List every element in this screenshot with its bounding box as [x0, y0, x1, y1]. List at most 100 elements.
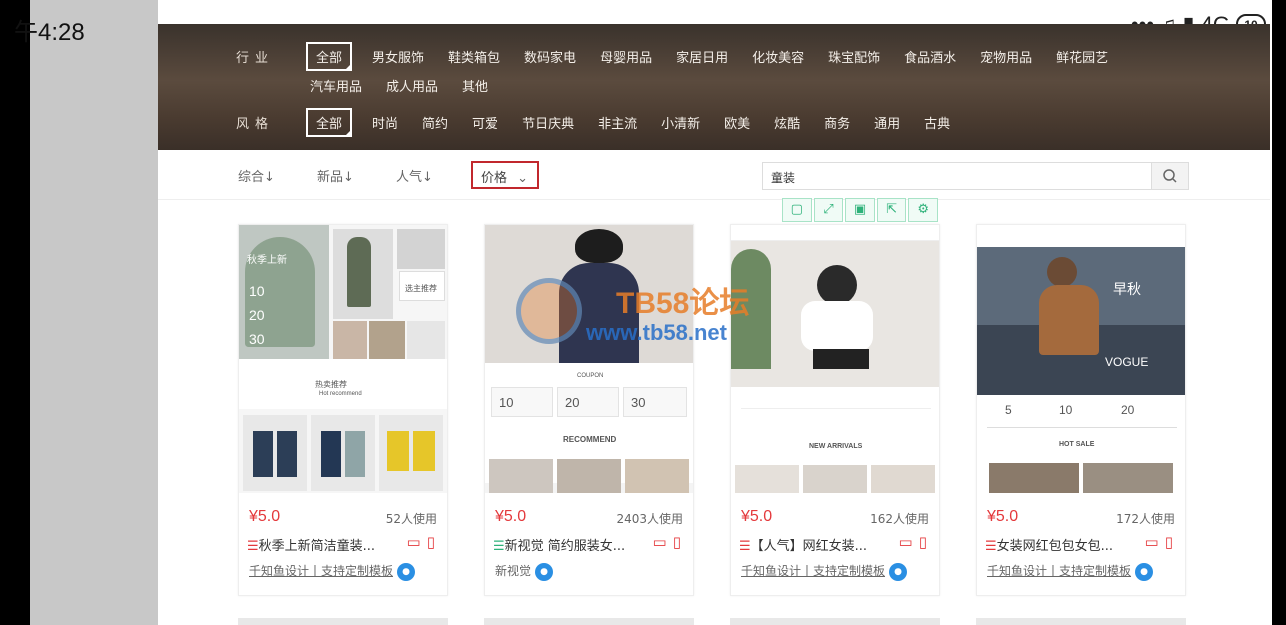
export-icon[interactable]: ⇱	[876, 198, 907, 222]
sort-bar: 综合↓ 新品↓ 人气↓ 价格 ⌄ 童装	[158, 150, 1270, 200]
mobile-icon: ▯	[672, 533, 681, 551]
main-content: 行业 全部 男女服饰 鞋类箱包 数码家电 母婴用品 家居日用 化妆美容 珠宝配饰…	[158, 24, 1270, 625]
list-icon: ☰	[739, 539, 751, 554]
industry-chip[interactable]: 食品酒水	[904, 47, 956, 66]
list-icon: ☰	[985, 539, 997, 554]
template-author[interactable]: 千知鱼设计丨支持定制模板 ●	[249, 562, 416, 581]
style-chip[interactable]: 非主流	[598, 113, 637, 132]
screen: 午4:28 ••• ♫ ▮ 4G 10 行业 全部 男女服饰 鞋类箱包 数码家电…	[0, 0, 1286, 625]
search-input[interactable]: 童装	[762, 162, 1188, 190]
filter-panel: 行业 全部 男女服饰 鞋类箱包 数码家电 母婴用品 家居日用 化妆美容 珠宝配饰…	[158, 24, 1270, 150]
industry-chip[interactable]: 数码家电	[524, 47, 576, 66]
style-chip[interactable]: 商务	[824, 113, 850, 132]
template-toolbar: ▢ ⤢ ▣ ⇱ ⚙	[782, 198, 938, 222]
industry-chip[interactable]: 珠宝配饰	[828, 47, 880, 66]
style-chip[interactable]: 时尚	[372, 113, 398, 132]
search-button[interactable]	[1151, 162, 1189, 190]
template-usage-count: 2403人使用	[616, 512, 683, 526]
template-author[interactable]: 千知鱼设计丨支持定制模板 ●	[741, 562, 908, 581]
industry-chip[interactable]: 其他	[462, 76, 488, 95]
desktop-icon: ▭	[1144, 533, 1159, 551]
industry-chip[interactable]: 成人用品	[386, 76, 438, 95]
style-chip[interactable]: 炫酷	[774, 113, 800, 132]
style-chip[interactable]: 小清新	[661, 113, 700, 132]
square-icon[interactable]: ▢	[782, 198, 812, 222]
desktop-icon: ▭	[898, 533, 913, 551]
template-author[interactable]: 千知鱼设计丨支持定制模板 ●	[987, 562, 1154, 581]
template-title[interactable]: ☰秋季上新简洁童装...	[247, 535, 387, 554]
device-icons: ▭ ▯	[899, 533, 927, 551]
template-usage-count: 52人使用	[385, 512, 437, 526]
expand-icon[interactable]: ⤢	[813, 198, 844, 222]
left-black-bar	[0, 0, 30, 625]
template-title[interactable]: ☰新视觉 简约服装女...	[493, 535, 633, 554]
style-chip[interactable]: 欧美	[724, 113, 750, 132]
desktop-icon: ▭	[652, 533, 667, 551]
status-time: 午4:28	[14, 19, 85, 46]
designer-badge-icon: ●	[397, 562, 416, 581]
style-chip[interactable]: 古典	[924, 113, 950, 132]
style-chip-all[interactable]: 全部	[306, 108, 353, 137]
settings-icon[interactable]: ⚙	[908, 198, 938, 222]
template-card[interactable]: COUPON 10 20 30 RECOMMEND ¥5.0 2403人使用 ☰…	[484, 224, 694, 596]
chevron-down-icon: ⌄	[517, 171, 529, 186]
list-icon: ☰	[493, 539, 505, 554]
template-thumbnail[interactable]: NEW ARRIVALS	[731, 225, 939, 493]
industry-filter-row-2: 汽车用品 成人用品 其他	[310, 76, 512, 95]
designer-badge-icon: ●	[889, 562, 908, 581]
style-chip[interactable]: 可爱	[472, 113, 498, 132]
right-black-bar	[1272, 0, 1286, 625]
next-row-card	[730, 618, 940, 625]
industry-chip[interactable]: 母婴用品	[600, 47, 652, 66]
sort-new[interactable]: 新品↓	[317, 166, 354, 185]
style-label: 风格	[236, 117, 275, 132]
next-row-card	[976, 618, 1186, 625]
industry-chip[interactable]: 化妆美容	[752, 47, 804, 66]
template-price: ¥5.0	[249, 508, 281, 525]
device-icons: ▭ ▯	[1145, 533, 1173, 551]
device-icons: ▭ ▯	[407, 533, 435, 551]
mobile-icon: ▯	[1164, 533, 1173, 551]
industry-chip[interactable]: 汽车用品	[310, 76, 362, 95]
mobile-icon: ▯	[918, 533, 927, 551]
template-usage-count: 172人使用	[1116, 512, 1175, 526]
sort-comprehensive[interactable]: 综合↓	[238, 166, 275, 185]
save-icon[interactable]: ▣	[845, 198, 875, 222]
list-icon: ☰	[247, 539, 259, 554]
mobile-icon: ▯	[426, 533, 435, 551]
style-chip[interactable]: 简约	[422, 113, 448, 132]
template-card[interactable]: 早秋 VOGUE 5 10 20 HOT SALE ¥5.0 172人使用 ☰女…	[976, 224, 1186, 596]
template-price: ¥5.0	[495, 508, 527, 525]
sort-popular[interactable]: 人气↓	[396, 166, 433, 185]
style-filter-row: 风格 全部 时尚 简约 可爱 节日庆典 非主流 小清新 欧美 炫酷 商务 通用 …	[236, 108, 974, 137]
style-chip[interactable]: 节日庆典	[522, 113, 574, 132]
template-price: ¥5.0	[741, 508, 773, 525]
template-author[interactable]: 新视觉 ●	[495, 562, 554, 581]
template-thumbnail[interactable]: 早秋 VOGUE 5 10 20 HOT SALE	[977, 225, 1185, 493]
template-card[interactable]: NEW ARRIVALS ¥5.0 162人使用 ☰【人气】网红女装... ▭ ▯…	[730, 224, 940, 596]
industry-filter-row: 行业 全部 男女服饰 鞋类箱包 数码家电 母婴用品 家居日用 化妆美容 珠宝配饰…	[236, 42, 1132, 71]
desktop-icon: ▭	[406, 533, 421, 551]
template-thumbnail[interactable]: COUPON 10 20 30 RECOMMEND	[485, 225, 693, 493]
template-usage-count: 162人使用	[870, 512, 929, 526]
sort-price-dropdown[interactable]: 价格 ⌄	[471, 161, 539, 189]
industry-chip-all[interactable]: 全部	[306, 42, 353, 71]
sort-price-label: 价格	[481, 171, 508, 186]
industry-chip[interactable]: 宠物用品	[980, 47, 1032, 66]
template-title[interactable]: ☰女装网红包包女包...	[985, 535, 1125, 554]
template-price: ¥5.0	[987, 508, 1019, 525]
designer-badge-icon: ●	[535, 562, 554, 581]
designer-badge-icon: ●	[1135, 562, 1154, 581]
template-card[interactable]: 秋季上新 10 20 30 选主推荐 热卖推荐 Hot recommend ¥5…	[238, 224, 448, 596]
industry-chip[interactable]: 男女服饰	[372, 47, 424, 66]
template-thumbnail[interactable]: 秋季上新 10 20 30 选主推荐 热卖推荐 Hot recommend	[239, 225, 447, 493]
style-chip[interactable]: 通用	[874, 113, 900, 132]
industry-chip[interactable]: 鲜花园艺	[1056, 47, 1108, 66]
next-row-card	[238, 618, 448, 625]
next-row-card	[484, 618, 694, 625]
industry-chip[interactable]: 鞋类箱包	[448, 47, 500, 66]
industry-label: 行业	[236, 51, 275, 66]
industry-chip[interactable]: 家居日用	[676, 47, 728, 66]
template-title[interactable]: ☰【人气】网红女装...	[739, 535, 879, 554]
device-icons: ▭ ▯	[653, 533, 681, 551]
